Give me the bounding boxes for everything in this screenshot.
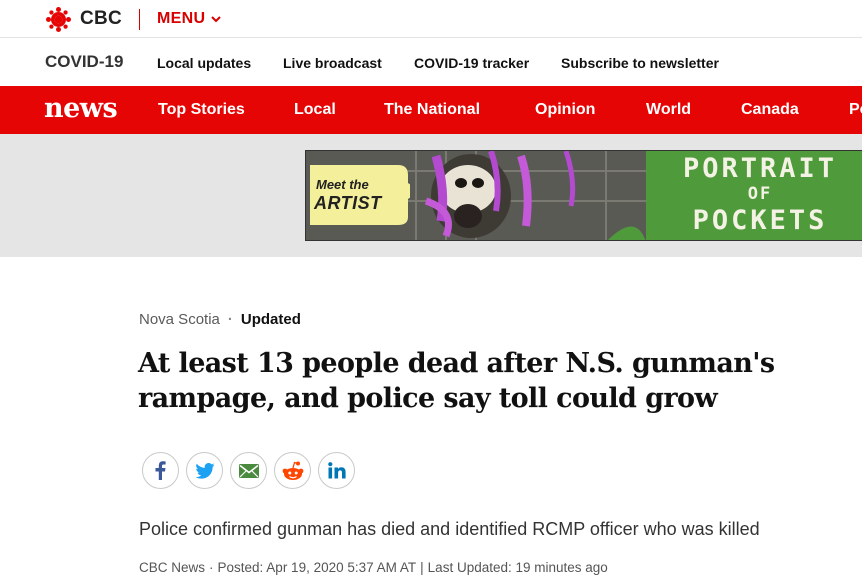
byline-posted: Posted: Apr 19, 2020 5:37 AM AT bbox=[217, 560, 417, 575]
share-email-button[interactable] bbox=[230, 452, 267, 489]
subnav-section-title[interactable]: COVID-19 bbox=[45, 52, 123, 72]
top-bar: CBC MENU bbox=[0, 0, 862, 38]
ad-container: Meet the ARTIST PORTRAIT OF POCKETS bbox=[0, 134, 862, 257]
ad-title-line1: PORTRAIT bbox=[682, 153, 838, 184]
nav-link-opinion[interactable]: Opinion bbox=[535, 101, 595, 119]
ad-artist-text: ARTIST bbox=[314, 193, 382, 213]
share-twitter-button[interactable] bbox=[186, 452, 223, 489]
news-nav-bar: news Top Stories Local The National Opin… bbox=[0, 86, 862, 134]
byline-separator: · bbox=[209, 560, 214, 575]
subnav-link-live-broadcast[interactable]: Live broadcast bbox=[283, 55, 382, 71]
share-buttons bbox=[142, 452, 355, 489]
article-byline: CBC News · Posted: Apr 19, 2020 5:37 AM … bbox=[139, 560, 608, 575]
menu-button[interactable]: MENU bbox=[157, 10, 222, 28]
nav-link-world[interactable]: World bbox=[646, 101, 691, 119]
ad-banner[interactable]: Meet the ARTIST PORTRAIT OF POCKETS bbox=[305, 150, 862, 241]
share-linkedin-button[interactable] bbox=[318, 452, 355, 489]
share-reddit-button[interactable] bbox=[274, 452, 311, 489]
linkedin-icon bbox=[327, 462, 346, 479]
reddit-icon bbox=[282, 461, 303, 480]
breadcrumb-section[interactable]: Nova Scotia bbox=[139, 311, 220, 328]
breadcrumb-separator: · bbox=[227, 311, 233, 328]
ad-title-line2: OF bbox=[747, 184, 773, 204]
byline-source: CBC News bbox=[139, 560, 206, 575]
byline-divider: | bbox=[420, 560, 424, 575]
article-deck: Police confirmed gunman has died and ide… bbox=[139, 519, 760, 539]
nav-link-the-national[interactable]: The National bbox=[384, 101, 480, 119]
ad-meet-text: Meet the bbox=[316, 177, 369, 192]
topbar-divider bbox=[139, 9, 140, 30]
email-icon bbox=[238, 463, 259, 478]
nav-link-canada[interactable]: Canada bbox=[741, 101, 799, 119]
nav-link-top-stories[interactable]: Top Stories bbox=[158, 101, 245, 119]
page-title: At least 13 people dead after N.S. gunma… bbox=[138, 348, 775, 414]
facebook-icon bbox=[155, 461, 166, 480]
byline-updated: Last Updated: 19 minutes ago bbox=[427, 560, 608, 575]
chevron-down-icon bbox=[211, 15, 222, 22]
news-logo[interactable]: news bbox=[44, 93, 118, 124]
breadcrumb: Nova Scotia · Updated bbox=[139, 311, 301, 328]
menu-label: MENU bbox=[157, 10, 206, 27]
nav-link-local[interactable]: Local bbox=[294, 101, 336, 119]
covid-subnav: COVID-19 Local updates Live broadcast CO… bbox=[0, 38, 862, 86]
nav-link-politics-truncated[interactable]: Po bbox=[849, 101, 862, 119]
subnav-link-subscribe[interactable]: Subscribe to newsletter bbox=[561, 55, 719, 71]
subnav-link-local-updates[interactable]: Local updates bbox=[157, 55, 251, 71]
share-facebook-button[interactable] bbox=[142, 452, 179, 489]
status-badge: Updated bbox=[240, 311, 301, 328]
twitter-icon bbox=[194, 462, 215, 479]
subnav-link-covid-tracker[interactable]: COVID-19 tracker bbox=[414, 55, 529, 71]
cbc-gem-icon[interactable] bbox=[45, 7, 72, 32]
cbc-brand-text[interactable]: CBC bbox=[80, 8, 122, 30]
ad-title-line3: POCKETS bbox=[692, 205, 828, 236]
ad-title: PORTRAIT OF POCKETS bbox=[654, 151, 862, 240]
